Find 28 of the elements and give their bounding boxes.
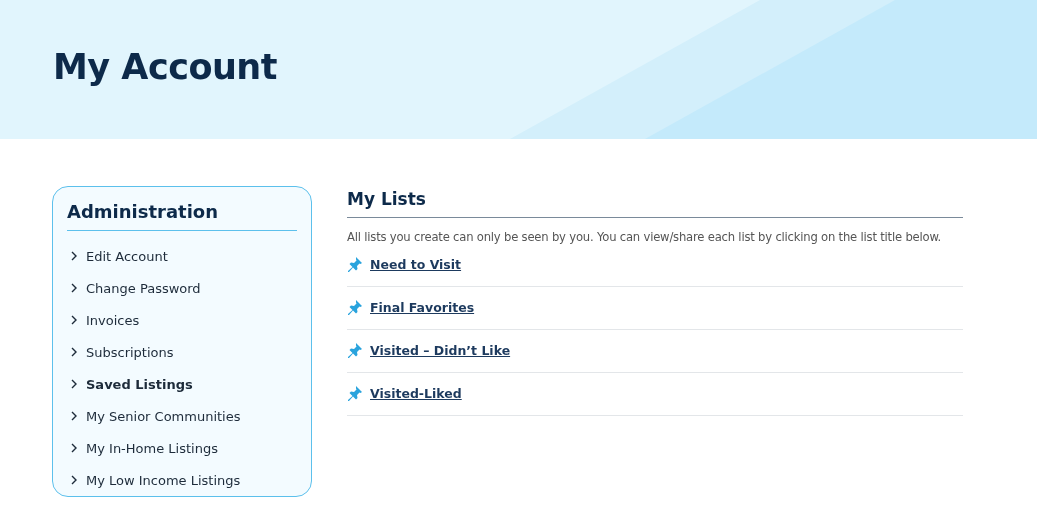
sidebar-link[interactable]: Subscriptions — [86, 344, 174, 360]
list-link[interactable]: Visited-Liked — [370, 385, 462, 401]
chevron-icon — [71, 251, 78, 261]
chevron-icon — [71, 411, 78, 421]
pin-icon — [347, 256, 363, 272]
sidebar-link[interactable]: My Low Income Listings — [86, 472, 241, 488]
section-title: My Lists — [347, 186, 963, 218]
chevron-icon — [71, 475, 78, 485]
pin-icon — [347, 385, 363, 401]
list-link[interactable]: Final Favorites — [370, 299, 475, 315]
page-title: My Account — [53, 46, 278, 87]
pin-icon — [347, 342, 363, 358]
sidebar-link[interactable]: My In-Home Listings — [86, 440, 218, 456]
chevron-icon — [71, 283, 78, 293]
sidebar-title: Administration — [67, 201, 297, 231]
sidebar-link[interactable]: Edit Account — [86, 248, 168, 264]
description-text: All lists you create can only be seen by you. You can view/share each list by clicking on the list title below. — [347, 230, 943, 244]
list-link[interactable]: Visited – Didn’t Like — [370, 342, 511, 358]
chevron-icon — [71, 347, 78, 357]
pin-icon — [347, 299, 363, 315]
chevron-icon — [71, 315, 78, 325]
sidebar-link[interactable]: Invoices — [86, 312, 140, 328]
chevron-icon — [71, 443, 78, 453]
sidebar-link[interactable]: My Senior Communities — [86, 408, 241, 424]
list-link[interactable]: Need to Visit — [370, 256, 462, 272]
sidebar-link[interactable]: Saved Listings — [86, 376, 193, 392]
chevron-icon — [71, 379, 78, 389]
sidebar-link[interactable]: Change Password — [86, 280, 201, 296]
